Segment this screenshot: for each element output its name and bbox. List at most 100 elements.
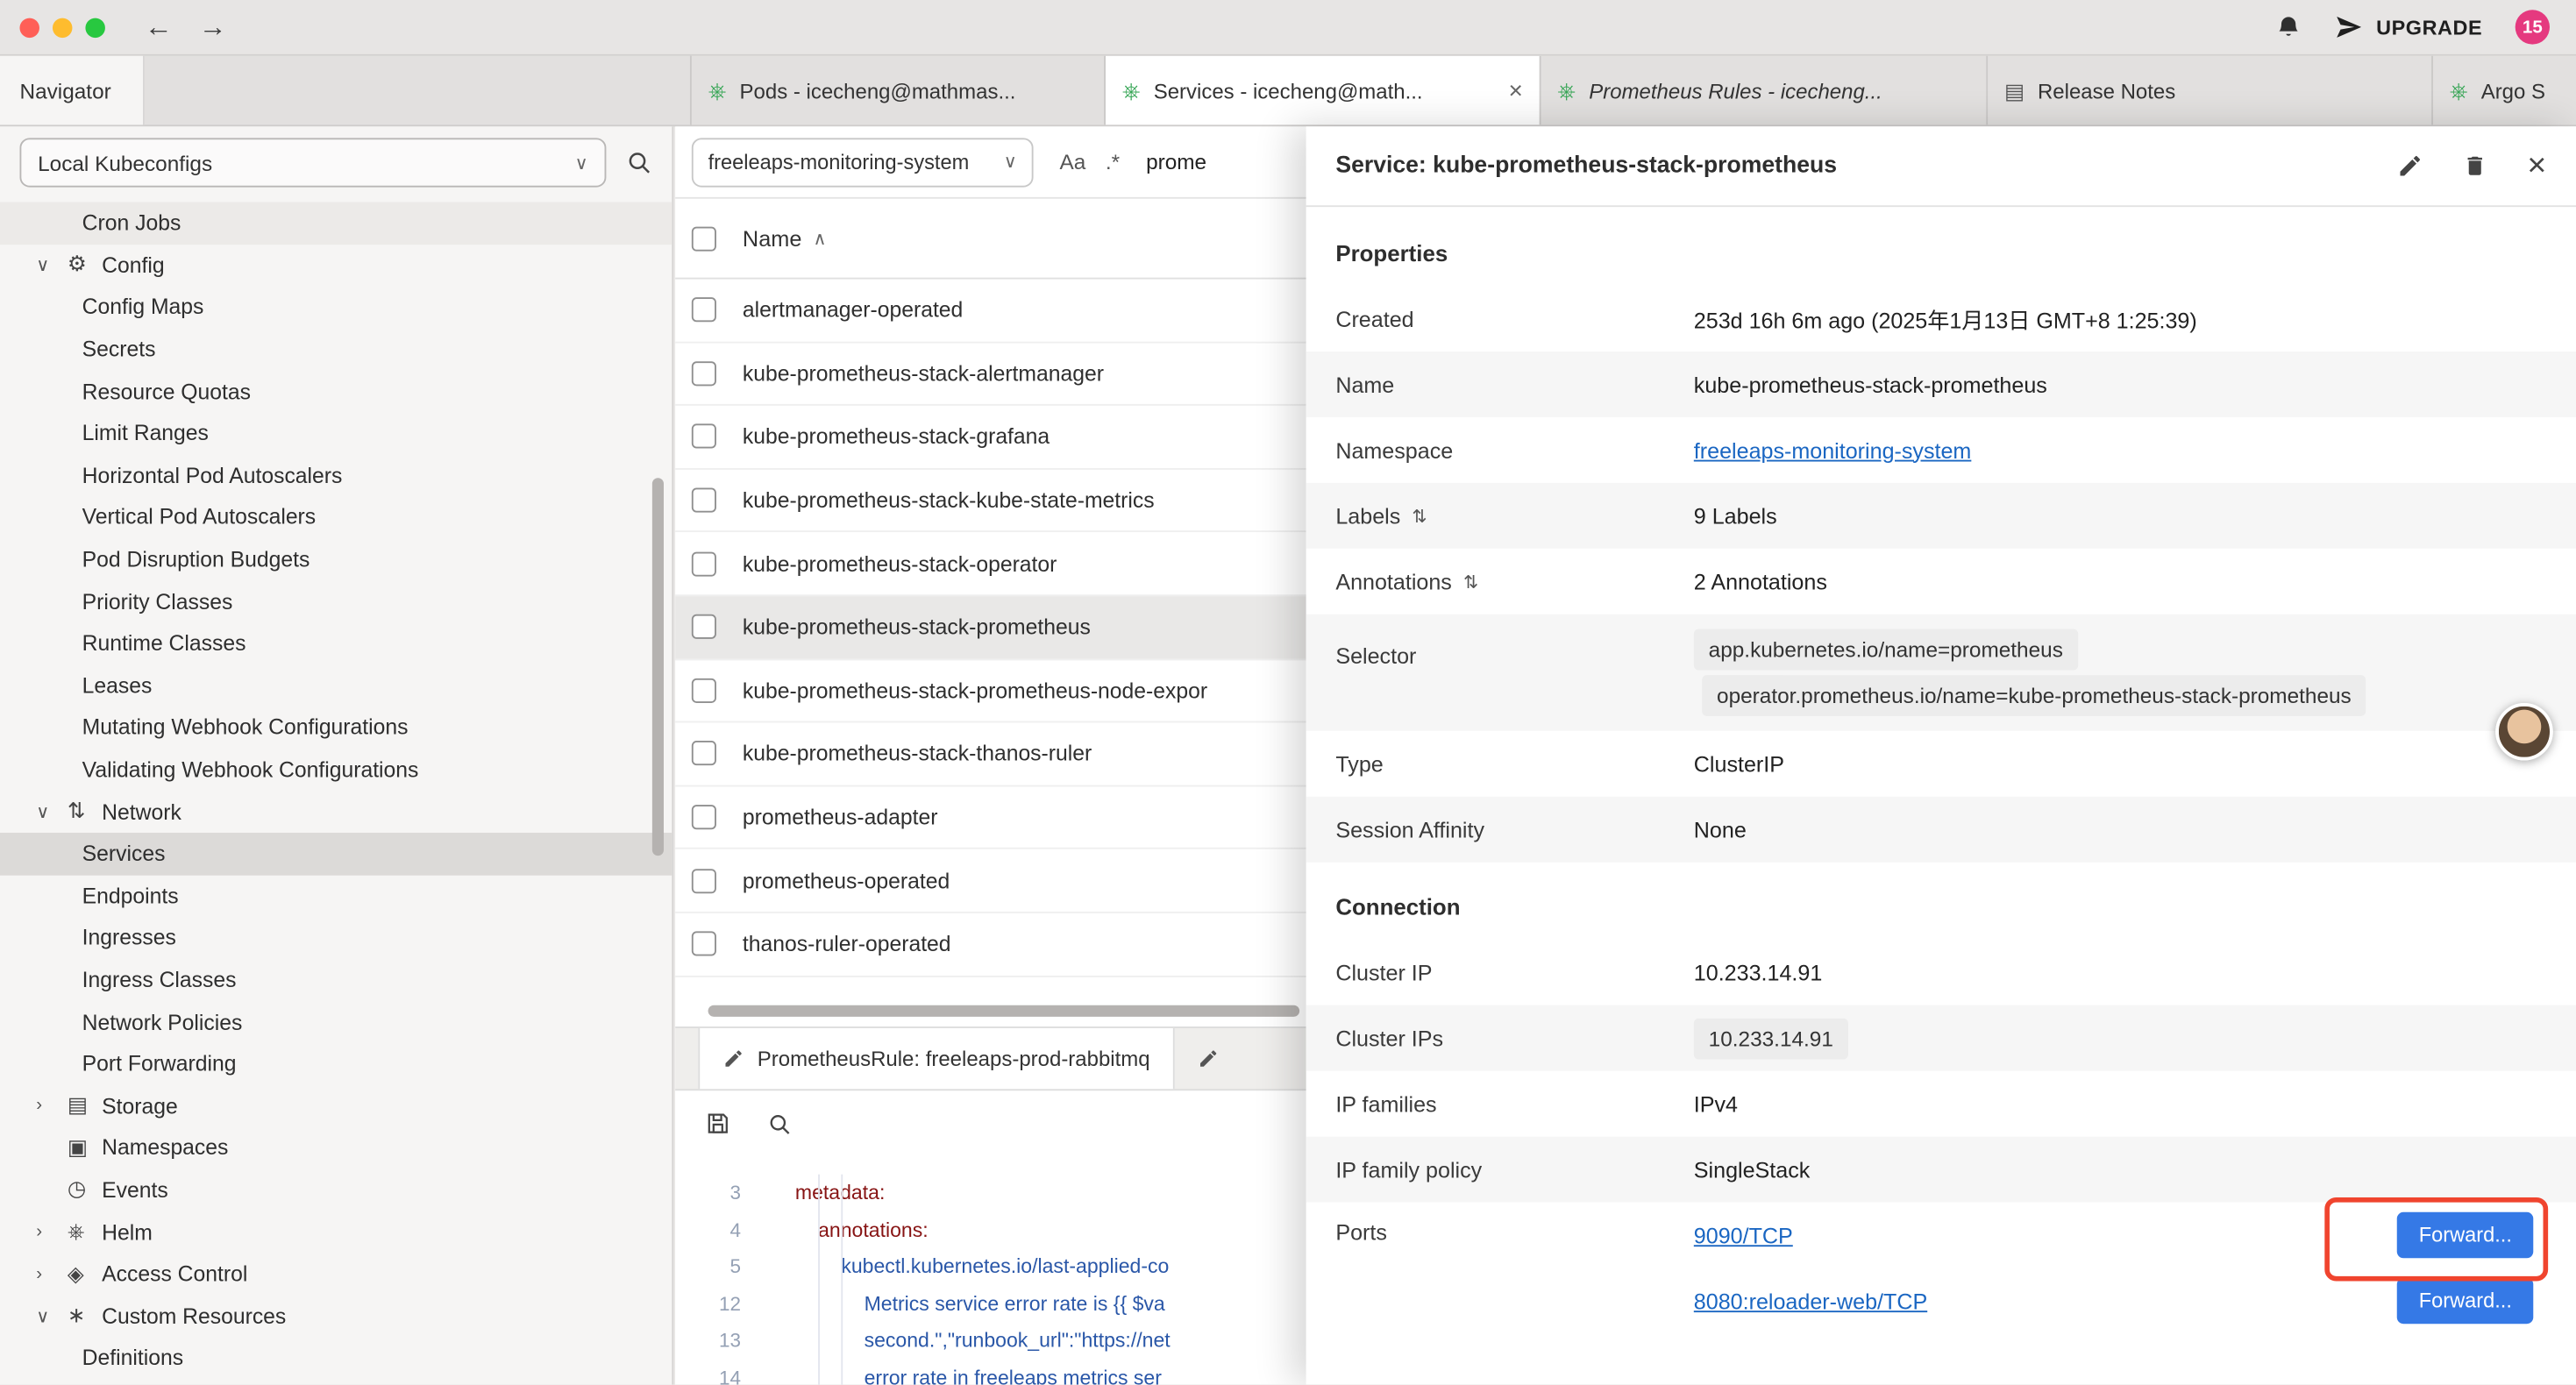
code-text: error rate in freeleaps metrics ser — [761, 1366, 1162, 1384]
notification-badge[interactable]: 15 — [2516, 10, 2550, 44]
sidebar-item-limit-ranges[interactable]: Limit Ranges — [0, 412, 672, 454]
tab-pods-icecheng-mathmas[interactable]: ⎈Pods - icecheng@mathmas... — [692, 56, 1106, 125]
tab-services-icecheng-math[interactable]: ⎈Services - icecheng@math...× — [1106, 56, 1541, 125]
chevron-down-icon[interactable]: ∨ — [36, 801, 68, 822]
chevron-right-icon[interactable]: › — [36, 1264, 68, 1283]
row-checkbox[interactable] — [692, 742, 716, 766]
sidebar-item-mutating-webhook-configurations[interactable]: Mutating Webhook Configurations — [0, 707, 672, 749]
sidebar-item-port-forwarding[interactable]: Port Forwarding — [0, 1043, 672, 1085]
close-drawer-button[interactable]: × — [2527, 150, 2546, 182]
sidebar-item-helm[interactable]: ›⎈Helm — [0, 1211, 672, 1253]
sidebar-item-events[interactable]: ◷Events — [0, 1168, 672, 1211]
edit-button[interactable] — [2397, 153, 2423, 179]
expander-icon[interactable]: ⇅ — [1412, 505, 1427, 526]
sidebar-item-horizontal-pod-autoscalers[interactable]: Horizontal Pod Autoscalers — [0, 454, 672, 496]
assistant-avatar[interactable] — [2495, 703, 2553, 761]
chevron-down-icon: ∨ — [1004, 151, 1017, 172]
row-checkbox[interactable] — [692, 614, 716, 639]
editor-tab-prometheusrule[interactable]: PrometheusRule: freeleaps-prod-rabbitmq — [698, 1028, 1174, 1089]
search-query-input[interactable]: prome — [1146, 150, 1206, 174]
connection-heading: Connection — [1306, 863, 2576, 940]
row-checkbox[interactable] — [692, 361, 716, 386]
sidebar-item-config-maps[interactable]: Config Maps — [0, 286, 672, 328]
row-checkbox[interactable] — [692, 488, 716, 513]
namespace-filter-select[interactable]: freeleaps-monitoring-system ∨ — [692, 137, 1034, 186]
sidebar-item-runtime-classes[interactable]: Runtime Classes — [0, 622, 672, 664]
port-link[interactable]: 9090/TCP — [1694, 1223, 1793, 1247]
sidebar-item-pod-disruption-budgets[interactable]: Pod Disruption Budgets — [0, 538, 672, 580]
sidebar-item-label: Services — [82, 842, 166, 866]
chevron-right-icon[interactable]: › — [36, 1222, 68, 1241]
kubeconfig-select[interactable]: Local Kubeconfigs ∨ — [19, 138, 606, 187]
namespace-link[interactable]: freeleaps-monitoring-system — [1694, 437, 1972, 462]
sidebar-item-custom-resources[interactable]: ∨∗Custom Resources — [0, 1295, 672, 1337]
upgrade-button[interactable]: UPGRADE — [2335, 13, 2482, 41]
storage-icon: ▤ — [68, 1093, 102, 1119]
sidebar-item-cron-jobs[interactable]: Cron Jobs — [0, 202, 672, 244]
close-tab-icon[interactable]: × — [1498, 76, 1523, 104]
sidebar-item-secrets[interactable]: Secrets — [0, 328, 672, 370]
row-checkbox[interactable] — [692, 805, 716, 829]
sidebar-item-resource-quotas[interactable]: Resource Quotas — [0, 370, 672, 412]
sidebar-item-leases[interactable]: Leases — [0, 664, 672, 707]
row-checkbox[interactable] — [692, 424, 716, 449]
notifications-bell-icon[interactable] — [2276, 14, 2302, 40]
sidebar-item-namespaces[interactable]: ▣Namespaces — [0, 1126, 672, 1168]
sidebar-item-network-policies[interactable]: Network Policies — [0, 1001, 672, 1043]
expander-icon[interactable]: ⇅ — [1463, 571, 1478, 592]
sidebar-search-button[interactable] — [626, 150, 652, 176]
editor-search-button[interactable] — [767, 1112, 792, 1136]
sidebar-item-services[interactable]: Services — [0, 833, 672, 875]
forward-button[interactable]: Forward... — [2397, 1212, 2533, 1258]
sidebar-item-ingress-classes[interactable]: Ingress Classes — [0, 959, 672, 1001]
save-button[interactable] — [705, 1111, 731, 1137]
back-button[interactable]: ← — [145, 13, 173, 41]
chevron-down-icon[interactable]: ∨ — [36, 254, 68, 275]
sidebar-item-storage[interactable]: ›▤Storage — [0, 1085, 672, 1127]
select-all-checkbox[interactable] — [692, 226, 716, 251]
tab-prometheus-rules-icecheng[interactable]: ⎈Prometheus Rules - icecheng... — [1541, 56, 1989, 125]
sidebar-item-validating-webhook-configurations[interactable]: Validating Webhook Configurations — [0, 749, 672, 791]
sidebar-item-ingresses[interactable]: Ingresses — [0, 917, 672, 959]
regex-toggle[interactable]: .* — [1106, 150, 1120, 174]
chevron-right-icon[interactable]: › — [36, 1096, 68, 1115]
sidebar-item-config[interactable]: ∨⚙Config — [0, 244, 672, 286]
tab-release-notes[interactable]: ▤Release Notes — [1988, 56, 2433, 125]
sidebar-item-endpoints[interactable]: Endpoints — [0, 875, 672, 917]
sidebar-item-network[interactable]: ∨⇅Network — [0, 791, 672, 833]
sidebar-item-priority-classes[interactable]: Priority Classes — [0, 580, 672, 622]
delete-button[interactable] — [2463, 153, 2487, 179]
paper-plane-icon — [2335, 13, 2363, 41]
forward-button[interactable]: Forward... — [2397, 1278, 2533, 1324]
namespaces-icon: ▣ — [68, 1134, 102, 1161]
forward-button[interactable]: → — [199, 13, 227, 41]
row-checkbox[interactable] — [692, 869, 716, 893]
tab-argo-s[interactable]: ⎈Argo S — [2433, 56, 2576, 125]
navigator-tab[interactable]: Navigator — [0, 56, 145, 125]
row-checkbox[interactable] — [692, 678, 716, 703]
name-column-header[interactable]: Name — [743, 226, 801, 251]
row-checkbox[interactable] — [692, 298, 716, 323]
maximize-window-button[interactable] — [85, 18, 104, 37]
match-case-toggle[interactable]: Aa — [1060, 150, 1086, 174]
navigator-panel: Local Kubeconfigs ∨ Cron Jobs∨⚙ConfigCon… — [0, 126, 673, 1384]
detail-value: IPv4 — [1694, 1091, 1738, 1116]
port-link[interactable]: 8080:reloader-web/TCP — [1694, 1289, 1927, 1313]
detail-label: IP families — [1335, 1091, 1436, 1116]
sidebar-scrollbar[interactable] — [652, 478, 664, 856]
sidebar-item-definitions[interactable]: Definitions — [0, 1337, 672, 1379]
minimize-window-button[interactable] — [53, 18, 72, 37]
close-window-button[interactable] — [19, 18, 39, 37]
sidebar-item-vertical-pod-autoscalers[interactable]: Vertical Pod Autoscalers — [0, 496, 672, 538]
sidebar-item-access-control[interactable]: ›◈Access Control — [0, 1253, 672, 1295]
tab-strip: ⎈Pods - icecheng@mathmas...⎈Services - i… — [690, 56, 2576, 125]
chevron-down-icon[interactable]: ∨ — [36, 1305, 68, 1326]
detail-row-type: TypeClusterIP — [1306, 731, 2576, 797]
sort-asc-icon[interactable]: ∧ — [814, 228, 827, 249]
navigator-tab-label: Navigator — [19, 78, 110, 103]
row-checkbox[interactable] — [692, 932, 716, 956]
editor-tab-partial[interactable] — [1175, 1028, 1242, 1089]
row-checkbox[interactable] — [692, 551, 716, 576]
kubernetes-icon: ⎈ — [2450, 79, 2468, 102]
list-horizontal-scrollbar[interactable] — [708, 1005, 1300, 1017]
